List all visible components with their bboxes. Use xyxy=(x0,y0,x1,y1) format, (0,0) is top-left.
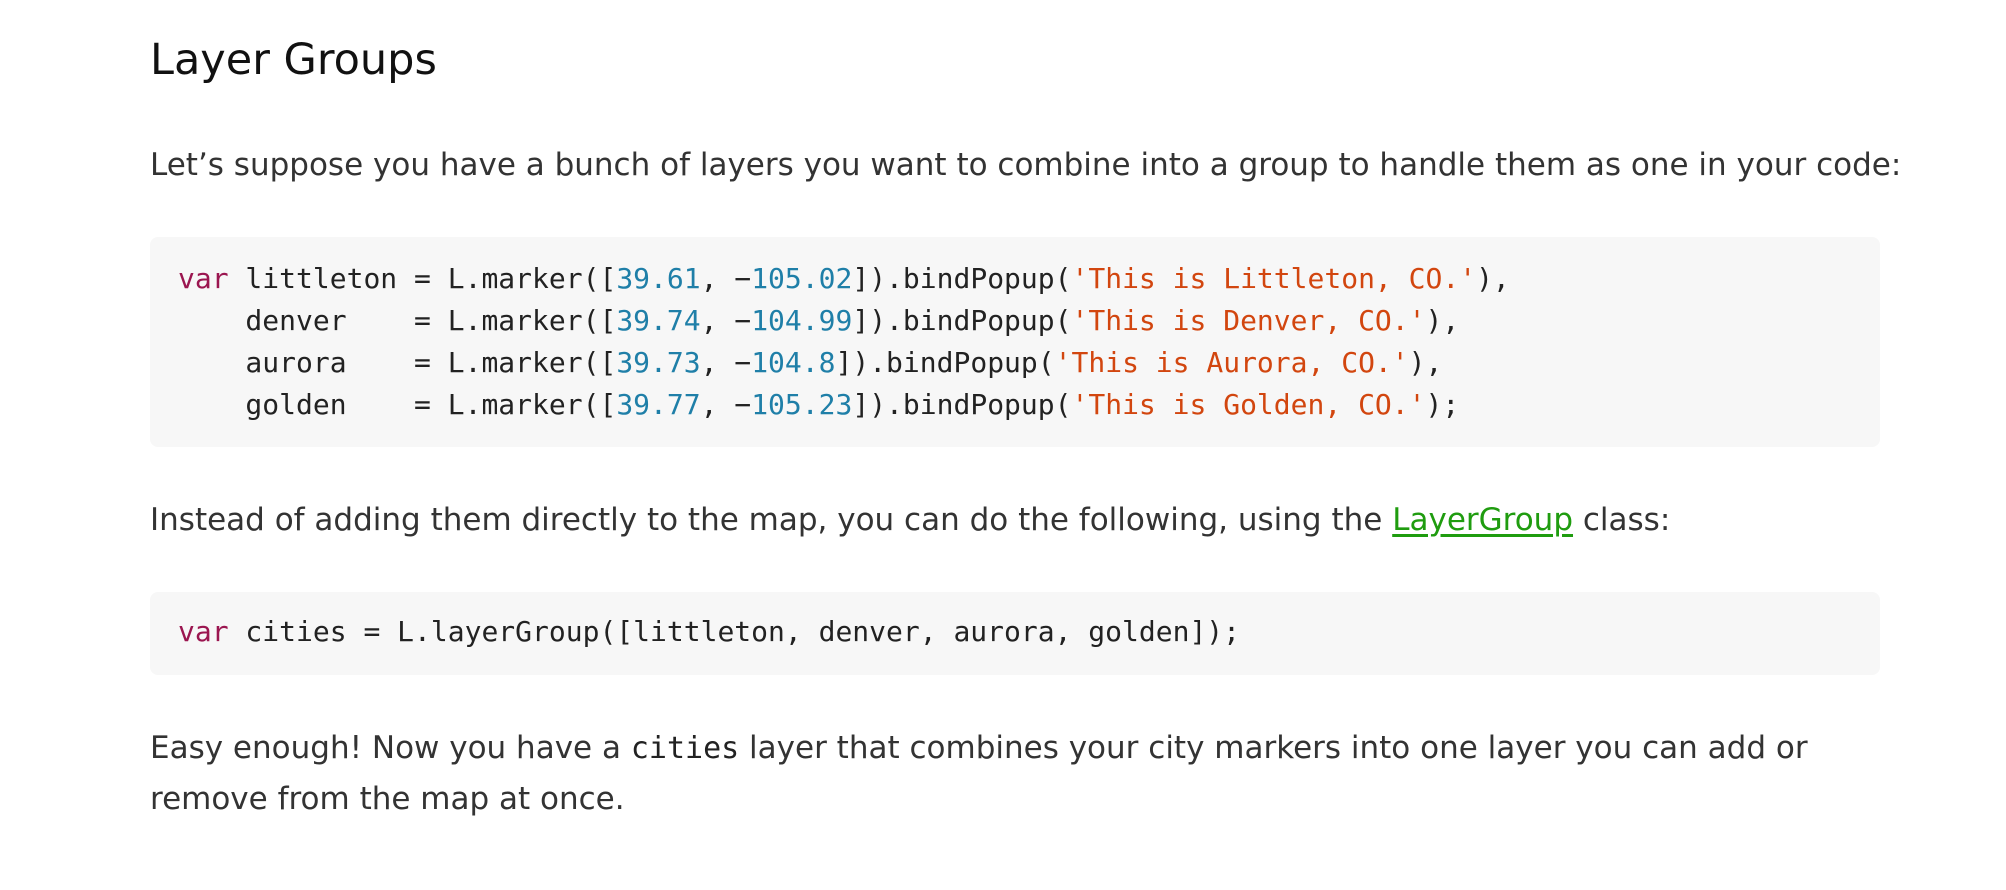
code-var-name: denver xyxy=(178,304,347,337)
code-number: 39.77 xyxy=(616,388,701,421)
code-call: L.marker([ xyxy=(447,262,617,295)
code-call: L.marker([ xyxy=(447,388,617,421)
code-punctuation: ), xyxy=(1408,346,1443,379)
code-string: 'This is Aurora, CO.' xyxy=(1054,346,1409,379)
intro-paragraph: Let’s suppose you have a bunch of layers… xyxy=(150,147,1902,183)
code-number: 39.74 xyxy=(616,304,701,337)
middle-text-after-link: class: xyxy=(1573,502,1671,538)
code-punctuation: ), xyxy=(1425,304,1460,337)
code-separator: , − xyxy=(700,304,752,337)
code-number: 104.8 xyxy=(751,346,836,379)
code-keyword: var xyxy=(178,615,229,648)
code-number: 39.73 xyxy=(616,346,701,379)
code-punctuation: ); xyxy=(1425,388,1460,421)
outro-text-before-code: Easy enough! Now you have a xyxy=(150,730,631,766)
code-block-layergroup[interactable]: var cities = L.layerGroup([littleton, de… xyxy=(150,592,1880,675)
code-string: 'This is Denver, CO.' xyxy=(1071,304,1426,337)
code-content: var cities = L.layerGroup([littleton, de… xyxy=(178,611,1852,653)
code-number: 104.99 xyxy=(751,304,853,337)
code-content: var littleton = L.marker([39.61, −105.02… xyxy=(178,258,1852,426)
code-number: 105.02 xyxy=(751,262,853,295)
code-separator: , − xyxy=(700,262,752,295)
code-call: ]).bindPopup( xyxy=(835,346,1055,379)
middle-paragraph: Instead of adding them directly to the m… xyxy=(150,495,1670,545)
code-assign: = xyxy=(397,262,448,295)
code-call: ]).bindPopup( xyxy=(852,304,1072,337)
code-separator: , − xyxy=(700,346,752,379)
outro-paragraph: Easy enough! Now you have a cities layer… xyxy=(150,723,1870,824)
layergroup-link[interactable]: LayerGroup xyxy=(1392,502,1573,538)
code-keyword: var xyxy=(178,262,229,295)
code-separator: , − xyxy=(700,388,752,421)
code-number: 105.23 xyxy=(751,388,853,421)
code-block-markers[interactable]: var littleton = L.marker([39.61, −105.02… xyxy=(150,237,1880,447)
code-call: ]).bindPopup( xyxy=(852,388,1072,421)
code-var-name: littleton xyxy=(228,262,398,295)
code-statement: cities = L.layerGroup([littleton, denver… xyxy=(228,615,1241,648)
code-call: L.marker([ xyxy=(447,304,617,337)
inline-code-cities: cities xyxy=(630,731,740,766)
code-var-name: aurora xyxy=(178,346,347,379)
code-string: 'This is Littleton, CO.' xyxy=(1071,262,1477,295)
code-assign: = xyxy=(346,346,448,379)
section-heading: Layer Groups xyxy=(150,35,437,85)
middle-text-before-link: Instead of adding them directly to the m… xyxy=(150,502,1393,538)
code-number: 39.61 xyxy=(616,262,701,295)
code-assign: = xyxy=(346,388,448,421)
code-string: 'This is Golden, CO.' xyxy=(1071,388,1426,421)
code-call: L.marker([ xyxy=(447,346,617,379)
code-punctuation: ), xyxy=(1476,262,1510,295)
code-var-name: golden xyxy=(178,388,347,421)
code-assign: = xyxy=(346,304,448,337)
code-call: ]).bindPopup( xyxy=(852,262,1072,295)
